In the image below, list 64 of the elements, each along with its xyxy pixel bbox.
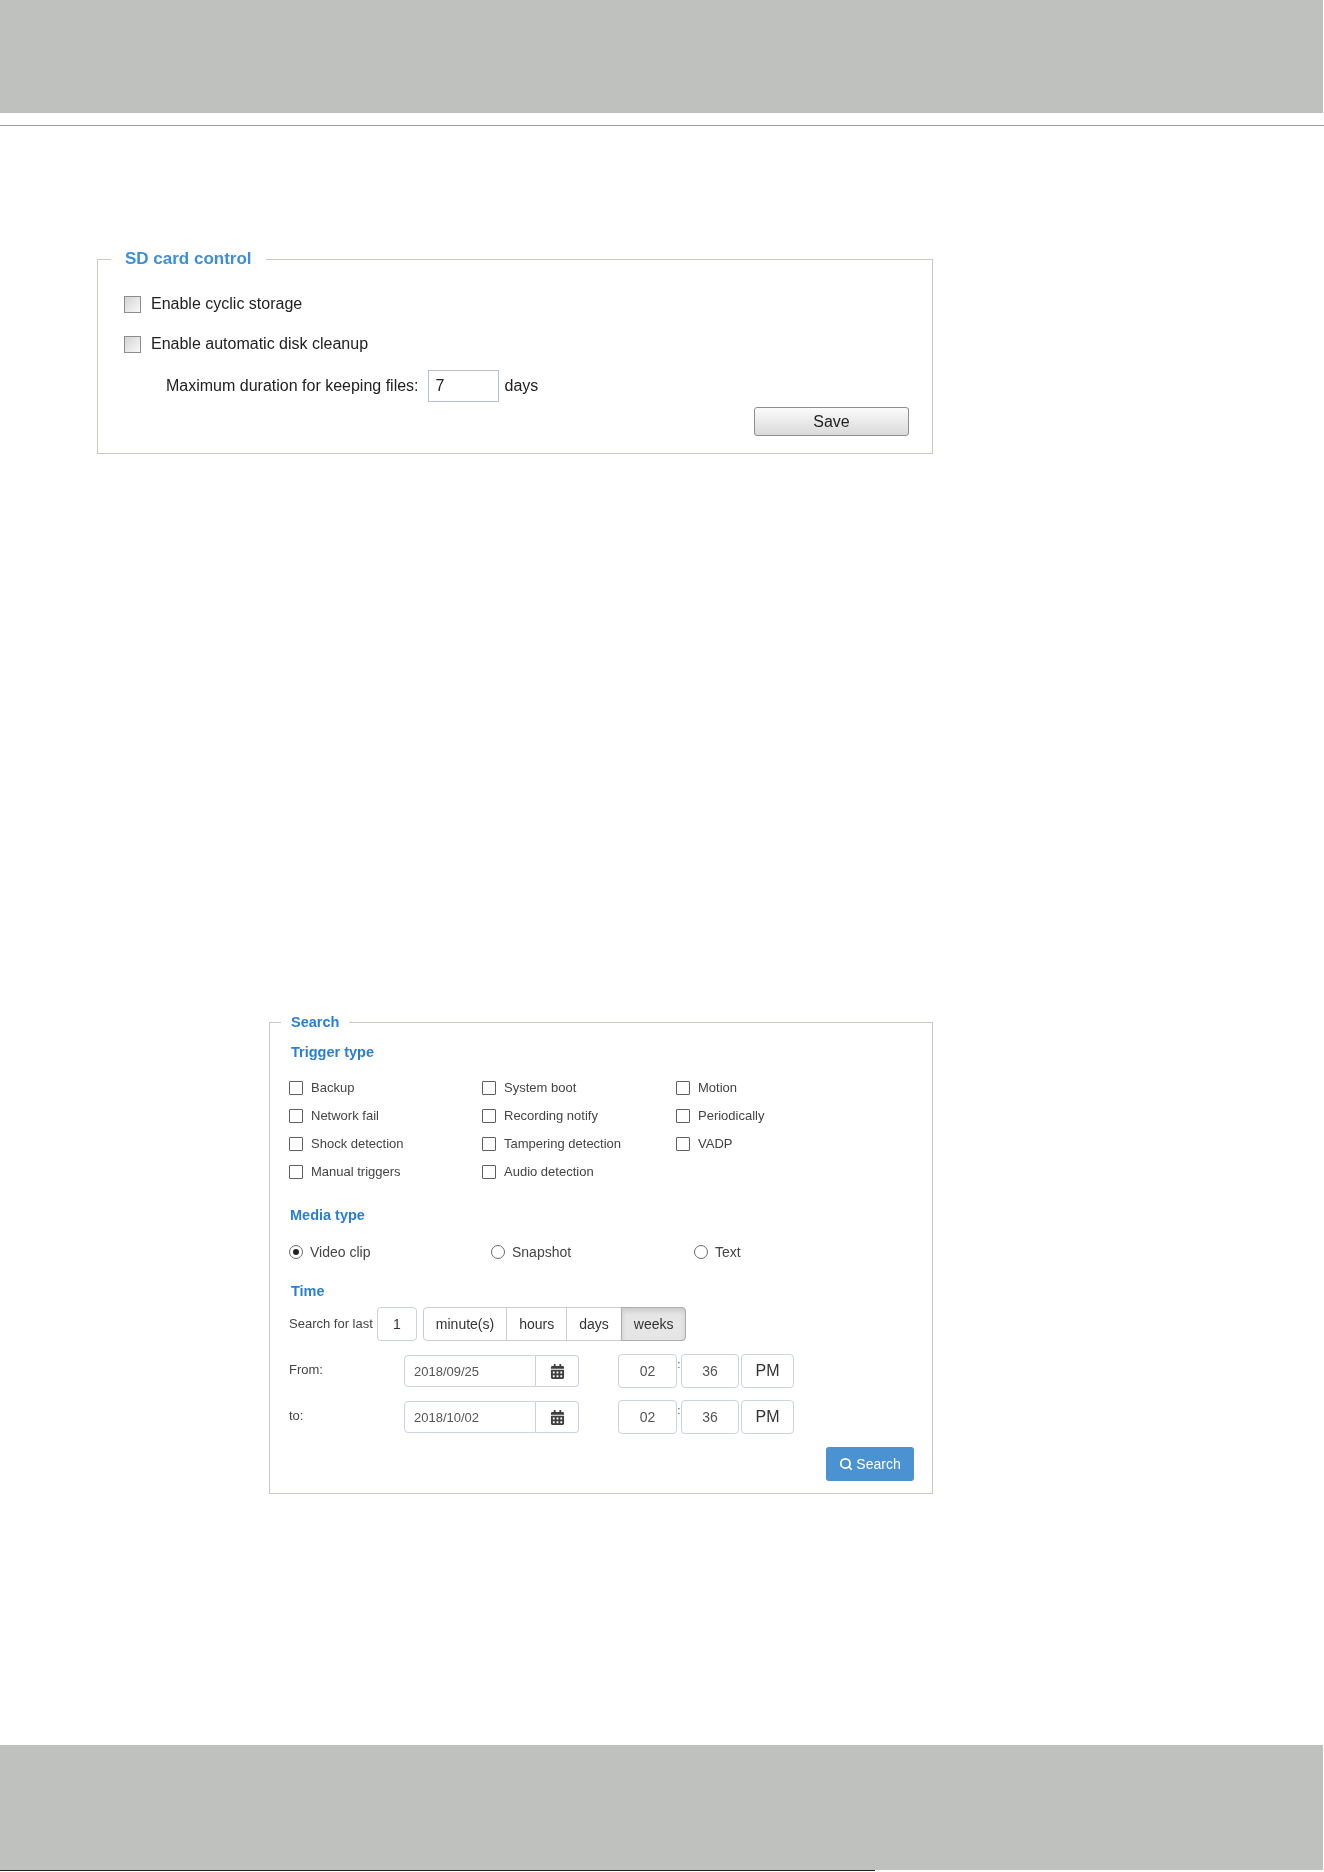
number-input[interactable]: 1 (376, 1307, 417, 1341)
checkbox[interactable] (676, 1109, 690, 1123)
time-separator: : (677, 1358, 681, 1370)
panel-title: SD card control (124, 249, 253, 269)
checkbox-label: Audio detection (504, 1163, 594, 1182)
calendar-button[interactable] (536, 1355, 579, 1387)
hour-input[interactable]: 02 (618, 1400, 677, 1434)
checkbox[interactable] (482, 1109, 496, 1123)
checkbox[interactable] (482, 1081, 496, 1095)
duration-label: Maximum duration for keeping files: (166, 376, 419, 396)
checkbox[interactable] (676, 1081, 690, 1095)
minute-input[interactable]: 36 (681, 1400, 739, 1434)
checkbox-label: Motion (698, 1079, 738, 1098)
checkbox-label: Shock detection (311, 1135, 404, 1154)
checkbox-label: System boot (504, 1079, 577, 1098)
hour-input[interactable]: 02 (618, 1354, 677, 1388)
checkbox[interactable] (289, 1109, 303, 1123)
checkbox-label: Recording notify (504, 1107, 598, 1126)
radio-button[interactable] (289, 1245, 303, 1259)
section-heading: Time (291, 1282, 325, 1300)
checkbox-label: Backup (311, 1079, 355, 1098)
checkbox-label: Enable automatic disk cleanup (151, 334, 369, 354)
minute-input[interactable]: 36 (681, 1354, 739, 1388)
checkbox[interactable] (482, 1137, 496, 1151)
radio-button[interactable] (694, 1245, 708, 1259)
calendar-icon (549, 1409, 565, 1425)
radio-button[interactable] (491, 1245, 505, 1259)
radio-label: Snapshot (512, 1242, 572, 1262)
checkbox-label: VADP (698, 1135, 733, 1154)
date-input[interactable]: 2018/09/25 (404, 1355, 536, 1387)
unit-label: days (504, 376, 539, 396)
checkbox[interactable] (124, 335, 141, 353)
checkbox-label: Enable cyclic storage (151, 294, 303, 314)
checkbox-label: Manual triggers (311, 1163, 401, 1182)
date-input[interactable]: 2018/10/02 (404, 1401, 536, 1433)
checkbox[interactable] (676, 1137, 690, 1151)
unit-toggle-button[interactable]: minute(s) (422, 1307, 508, 1341)
date-label: to: (289, 1408, 304, 1423)
calendar-icon (549, 1363, 565, 1379)
duration-input[interactable]: 7 (427, 370, 499, 402)
section-heading: Media type (290, 1206, 365, 1224)
checkbox[interactable] (289, 1137, 303, 1151)
period-button[interactable]: PM (741, 1400, 794, 1434)
checkbox[interactable] (289, 1081, 303, 1095)
unit-toggle-button[interactable]: weeks (620, 1307, 687, 1341)
period-button[interactable]: PM (741, 1354, 794, 1388)
unit-toggle-button[interactable]: days (566, 1307, 622, 1341)
calendar-button[interactable] (536, 1401, 579, 1433)
radio-label: Video clip (310, 1242, 371, 1262)
checkbox[interactable] (482, 1165, 496, 1179)
checkbox[interactable] (289, 1165, 303, 1179)
search-icon (839, 1457, 854, 1471)
checkbox-label: Periodically (698, 1107, 765, 1126)
time-separator: : (677, 1404, 681, 1416)
search-for-last-label: Search for last (289, 1315, 373, 1334)
section-heading: Trigger type (291, 1043, 374, 1061)
checkbox[interactable] (124, 295, 141, 313)
radio-label: Text (715, 1242, 741, 1262)
checkbox-label: Network fail (311, 1107, 379, 1126)
checkbox-label: Tampering detection (504, 1135, 622, 1154)
unit-toggle-button[interactable]: hours (506, 1307, 568, 1341)
save-button[interactable]: Save (754, 407, 909, 436)
date-label: From: (289, 1362, 323, 1377)
panel-title: Search (290, 1014, 341, 1031)
